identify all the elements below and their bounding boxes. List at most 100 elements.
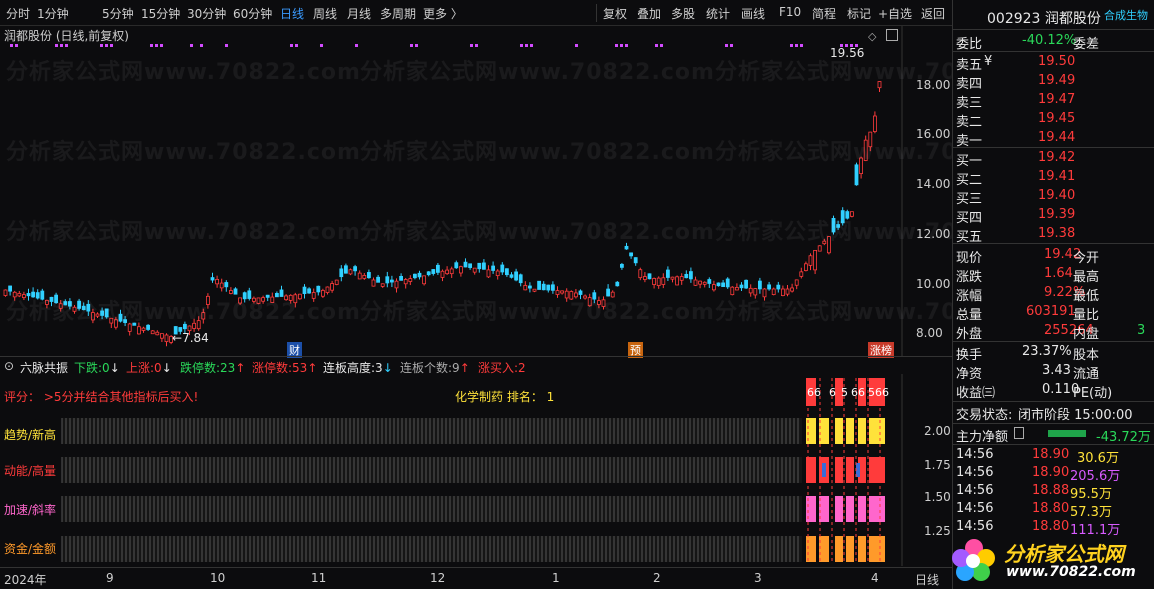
- diamond-icon[interactable]: ◇: [868, 30, 876, 43]
- signal-dot: [655, 44, 658, 47]
- candle-body: [514, 271, 518, 281]
- candle-body: [799, 271, 804, 277]
- signal-dot: [100, 44, 103, 47]
- signal-dot: [110, 44, 113, 47]
- signal-dot: [800, 44, 803, 47]
- tab-weekly[interactable]: 周线: [313, 5, 337, 22]
- candle-body: [422, 275, 427, 285]
- tab-monthly[interactable]: 月线: [347, 5, 371, 22]
- indicator-signal-block: [869, 457, 885, 483]
- stock-header: 002923 润都股份: [987, 11, 1101, 27]
- period-label[interactable]: 日线: [915, 571, 939, 588]
- stats-button[interactable]: 统计: [706, 5, 730, 22]
- bid-level-row: 买二 19.41: [956, 169, 1076, 188]
- multi-stock-button[interactable]: 多股: [671, 5, 695, 22]
- concept-tag[interactable]: 合成生物: [1104, 7, 1148, 23]
- fuquan-button[interactable]: 复权: [603, 5, 627, 22]
- time-label: 10: [210, 571, 226, 585]
- candle-body: [215, 278, 220, 285]
- candle-body: [449, 268, 454, 275]
- signal-dot: [730, 44, 733, 47]
- candle-body: [638, 269, 643, 279]
- indicator-row-bg: [62, 496, 802, 522]
- candle-body: [187, 325, 192, 332]
- ask-level-row: 卖四 19.49: [956, 73, 1076, 92]
- trade-status: 交易状态: 闭市阶段 15:00:00: [956, 408, 1133, 423]
- signal-dot: [725, 44, 728, 47]
- watermark: 分析家公式网www.70822.com: [6, 140, 361, 165]
- candle-body: [159, 333, 164, 339]
- candle-body: [689, 271, 693, 280]
- score-number: 6: [829, 386, 836, 399]
- tab-60min[interactable]: 60分钟: [233, 5, 272, 22]
- candle-body: [366, 272, 371, 279]
- tab-1min[interactable]: 1分钟: [37, 5, 69, 22]
- candle-body: [325, 286, 330, 293]
- candle-body: [518, 274, 523, 284]
- indicator-signal-block: [858, 418, 866, 444]
- ask-level-row: 卖二 19.45: [956, 111, 1076, 130]
- signal-dot: [530, 44, 533, 47]
- brief-button[interactable]: 简程: [812, 5, 836, 22]
- quote-row: 现价 19.42 今开: [956, 247, 1100, 266]
- candle-body: [316, 285, 321, 293]
- candle-body: [615, 281, 620, 287]
- signal-dot: [790, 44, 793, 47]
- kline-chart[interactable]: 分析家公式网www.70822.com 分析家公式网www.70822.com …: [0, 26, 1069, 356]
- add-watchlist-button[interactable]: +自选: [878, 5, 912, 22]
- indicator-signal-block: [869, 418, 885, 444]
- signal-dot: [660, 44, 663, 47]
- divider: [952, 51, 1154, 52]
- tab-30min[interactable]: 30分钟: [187, 5, 226, 22]
- tab-multi-period[interactable]: 多周期: [380, 5, 416, 22]
- divider: [952, 147, 1154, 148]
- expand-icon[interactable]: [886, 29, 898, 41]
- tab-15min[interactable]: 15分钟: [141, 5, 180, 22]
- watermark: 分析家公式网www.70822.com: [360, 140, 715, 165]
- flow-bar: [1048, 430, 1086, 437]
- candle-body: [629, 252, 633, 257]
- candle-body: [224, 282, 229, 288]
- tab-more[interactable]: 更多 〉: [423, 5, 463, 22]
- stats-row: 换手 23.37% 股本: [956, 344, 1100, 363]
- candle-body: [472, 267, 477, 273]
- period-toolbar: 分时 1分钟 1分钟 5分钟 15分钟 30分钟 60分钟 日线 周线 月线 多…: [0, 0, 952, 26]
- candle-body: [330, 283, 335, 291]
- back-button[interactable]: 返回: [921, 5, 945, 22]
- mark-button[interactable]: 标记: [847, 5, 871, 22]
- tab-fenshi[interactable]: 分时: [6, 5, 30, 22]
- candle-body: [394, 280, 399, 289]
- indicator-signal-block: [869, 536, 885, 562]
- six-vein-panel[interactable]: 评分： >5分并结合其他指标后买入! 化学制药 排名： 1 趋势/新高 动能/高…: [0, 374, 952, 566]
- candle-body: [431, 269, 436, 274]
- candle-body: [679, 276, 684, 281]
- candle-body: [380, 283, 385, 287]
- candle-body: [491, 265, 496, 271]
- candle-body: [817, 245, 822, 252]
- tab-5min[interactable]: 5分钟: [102, 5, 134, 22]
- indicator-toggle-icon[interactable]: ⊙: [4, 359, 14, 373]
- candle-body: [504, 268, 509, 276]
- f10-button[interactable]: F10: [779, 5, 801, 19]
- divider: [952, 341, 1154, 342]
- candle-body: [532, 288, 537, 292]
- signal-dot: [155, 44, 158, 47]
- signal-dot: [525, 44, 528, 47]
- candle-body: [435, 264, 440, 273]
- candle-body: [210, 277, 215, 281]
- candle-body: [155, 331, 160, 336]
- quote-row: 涨幅 9.22% 最低: [956, 285, 1100, 304]
- site-logo: 分析家公式网 www.70822.com: [948, 530, 1154, 589]
- high-price-label: 19.56: [830, 46, 865, 60]
- candle-body: [551, 284, 555, 291]
- overlay-button[interactable]: 叠加: [637, 5, 661, 22]
- candle-body: [307, 288, 312, 294]
- list-icon[interactable]: [1014, 427, 1024, 439]
- candle-body: [302, 286, 307, 295]
- draw-button[interactable]: 画线: [741, 5, 765, 22]
- tab-daily[interactable]: 日线: [280, 5, 304, 22]
- signal-dot: [795, 44, 798, 47]
- candle-body: [560, 290, 564, 294]
- score-number: 66: [851, 386, 865, 399]
- signal-dot: [190, 44, 193, 47]
